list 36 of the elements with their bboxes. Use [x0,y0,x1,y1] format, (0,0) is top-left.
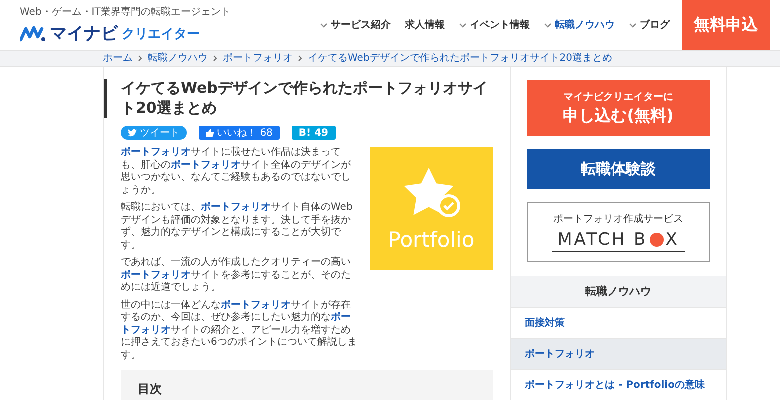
nav-link[interactable]: ブログ [629,18,670,32]
paragraph: ポートフォリオサイトに載せたい作品は決まっても、肝心のポートフォリオサイト全体のデザインが思いつかない、なんてご経験もあるのではないでしょうか。 [121,147,352,197]
sidebar-link[interactable]: ポートフォリオ [511,338,726,369]
tagline: Web・ゲーム・IT業界専門の転職エージェント [20,6,231,19]
sidebar-sublink[interactable]: ポートフォリオとは - Portfolioの意味 [511,369,726,400]
nav-link[interactable]: 転職ノウハウ [544,18,615,32]
toc-title: 目次 [138,382,162,396]
chevron-right-icon [298,55,303,62]
banner-title: 申し込む(無料) [563,106,674,126]
breadcrumb-link[interactable]: ホーム [103,54,133,64]
portfolio-illustration: Portfolio [370,147,493,270]
service-logo: MATCH B X [552,230,686,252]
paragraph: 世の中には一体どんなポートフォリオサイトが存在するのか、今回は、ぜひ参考にしたい魅力的なポートフォリオサイトの紹介と、アピール力を増すために押さえておきたい6つのポイントについて解説します。 [121,300,358,362]
chevron-right-icon [213,55,218,62]
paragraph: であれば、一流の人が作成したクオリティーの高いポートフォリオサイトを参考にすることが、そのためには近道でしょう。 [121,257,352,294]
breadcrumb-link[interactable]: 転職ノウハウ [148,54,208,64]
banner-subtitle: マイナビクリエイターに [564,90,674,104]
breadcrumb-link[interactable]: ポートフォリオ [223,54,293,64]
service-banner[interactable]: ポートフォリオ作成サービス MATCH B X [527,202,710,262]
chevron-right-icon [138,55,143,62]
bird-icon [128,129,137,137]
breadcrumb-link[interactable]: イケてるWebデザインで作られたポートフォリオサイト20選まとめ [308,54,613,64]
apply-button[interactable]: 無料申込 [682,0,770,50]
site-logo[interactable]: マイナビ クリエイター [20,22,231,45]
story-banner[interactable]: 転職体験談 [527,149,710,189]
like-button[interactable]: いいね！ 68 [199,126,280,140]
article-title: イケてるWebデザインで作られたポートフォリオサイト20選まとめ [104,79,510,118]
paragraph: 転職においては、ポートフォリオサイト自体のWebデザインも評価の対象となります。決して手を抜かず、魅力的なデザインと構成にすることが大切です。 [121,202,354,252]
nav-link[interactable]: イベント情報 [459,18,530,32]
banner-caption: ポートフォリオ作成サービス [554,212,684,226]
nav-link[interactable]: サービス紹介 [320,18,391,32]
logo-mark-icon [20,26,46,42]
nav-link[interactable]: 求人情報 [405,18,445,32]
section-heading: 転職ノウハウ [511,276,726,307]
thumbs-up-icon [206,129,214,137]
apply-banner[interactable]: マイナビクリエイターに 申し込む(無料) [527,80,710,136]
